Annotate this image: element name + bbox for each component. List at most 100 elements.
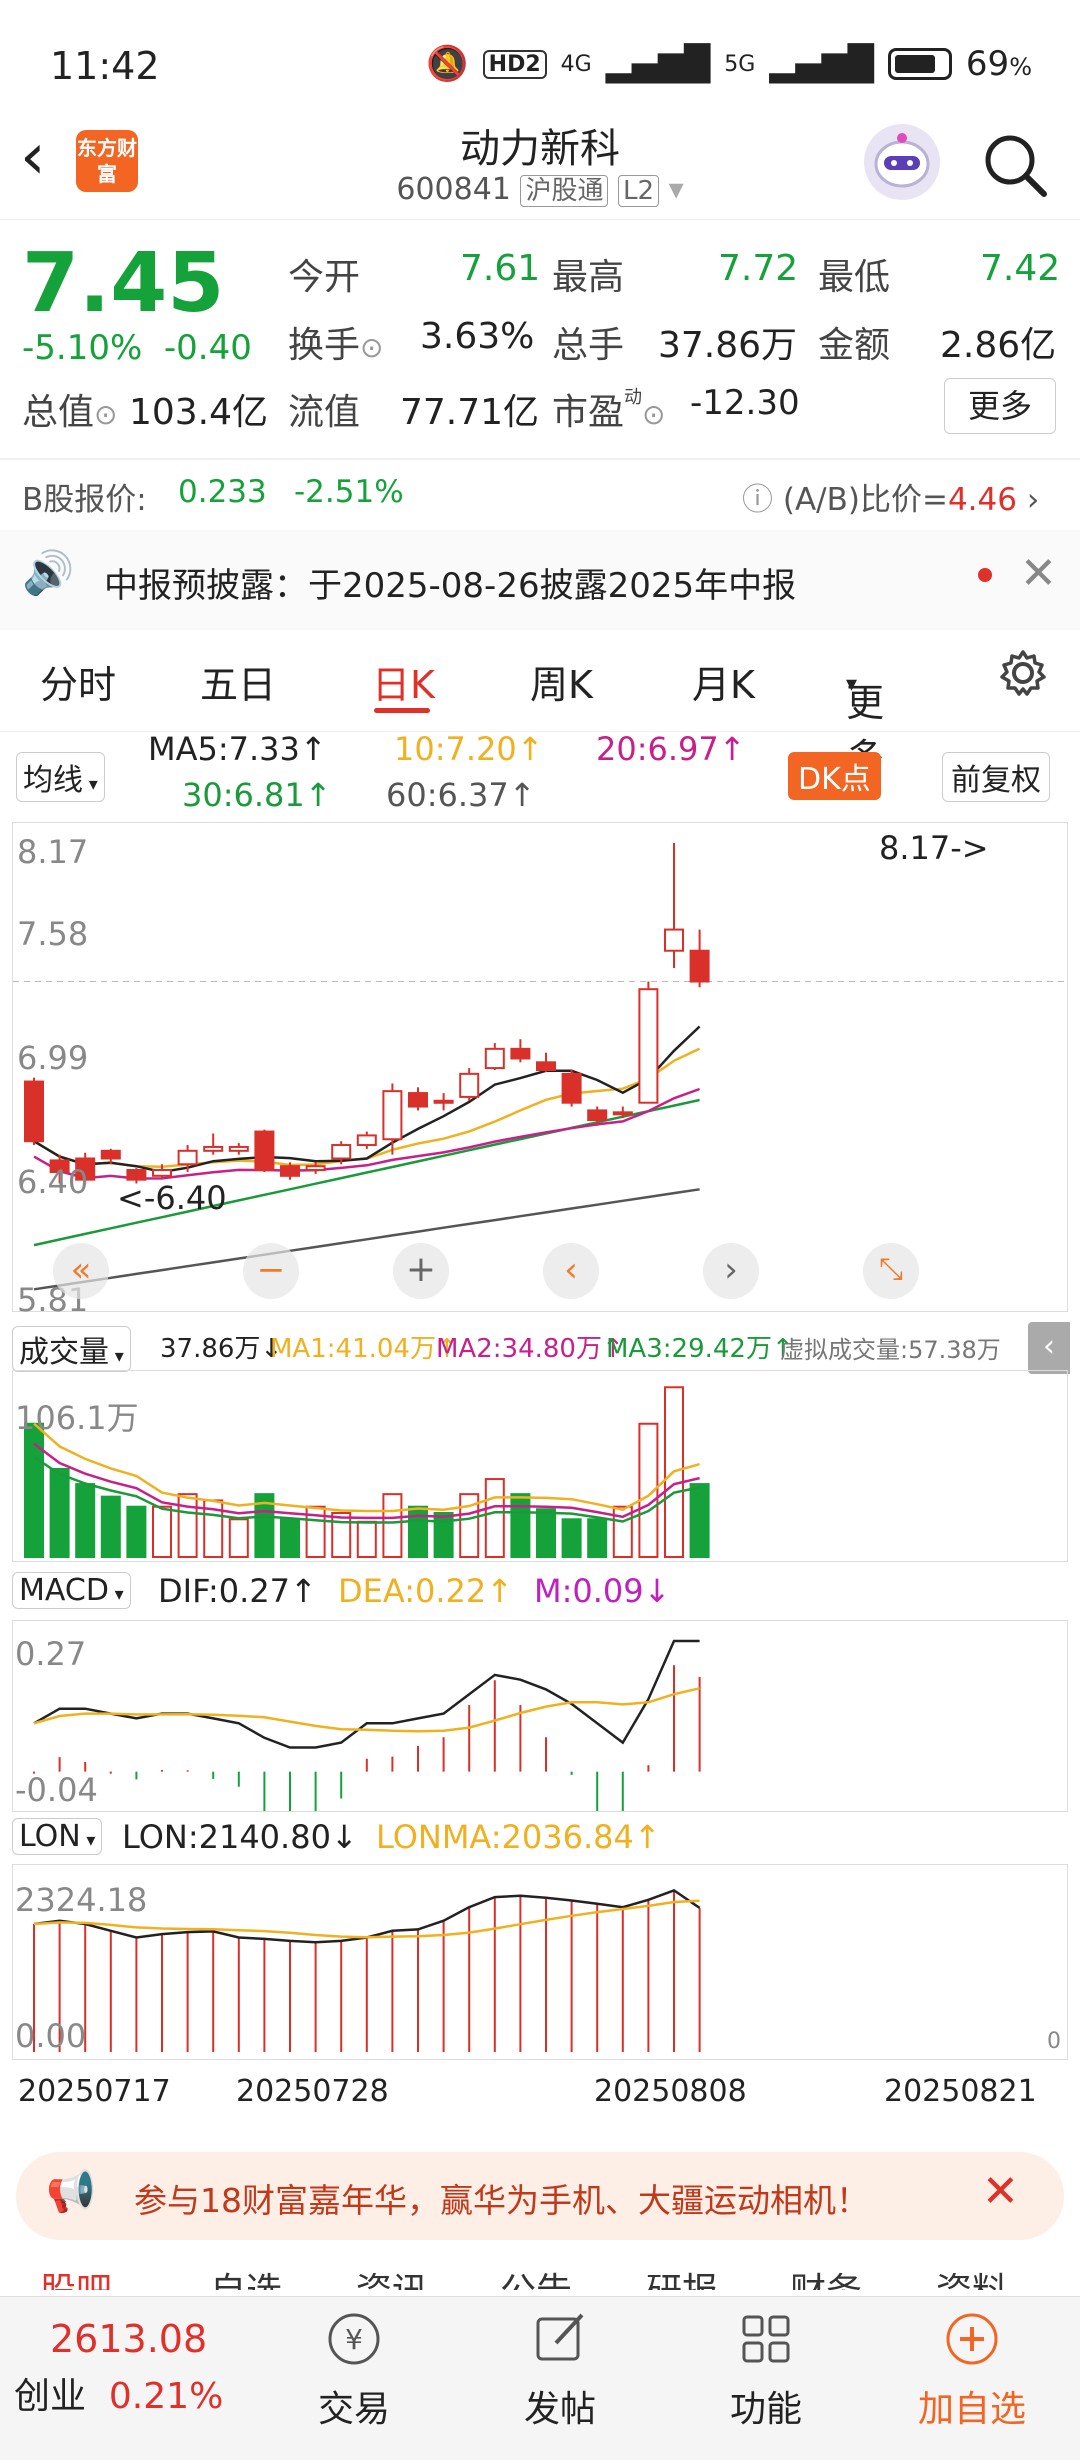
candle-body	[510, 1047, 531, 1060]
kline-chart[interactable]: 8.17 7.58 6.99 6.40 5.81 8.17-> <-6.40 «…	[12, 822, 1068, 1319]
low-value: 7.42	[980, 248, 1061, 289]
macd-dea: DEA:0.22↑	[338, 1572, 514, 1610]
pe-label: 市盈动⊙	[552, 387, 666, 433]
volume-chart: 106.1万	[12, 1370, 1068, 1562]
level-tag: L2	[618, 175, 660, 207]
volume-svg	[24, 1386, 710, 1559]
index-ticker[interactable]: 2613.08 创业 0.21%	[14, 2317, 264, 2419]
high-value: 7.72	[718, 248, 799, 289]
volume-bar	[382, 1493, 403, 1559]
candle-body	[331, 1144, 352, 1160]
close-icon[interactable]: ✕	[982, 2166, 1019, 2217]
settings-icon[interactable]	[998, 648, 1048, 707]
zoom-in-icon[interactable]: +	[393, 1243, 449, 1299]
mcap-field: 总值⊙ 103.4亿	[22, 392, 268, 433]
subtab[interactable]: 资料	[936, 2262, 1008, 2290]
volume-bar	[587, 1518, 608, 1559]
vol-ma1: MA1:41.04万↑	[270, 1334, 458, 1364]
candle-body	[561, 1072, 582, 1104]
hd-badge: HD2	[482, 49, 547, 79]
connect-tag: 沪股通	[520, 175, 609, 207]
tab-weekly-k[interactable]: 周K	[530, 654, 593, 709]
collapse-icon[interactable]: ‹	[1028, 1322, 1070, 1374]
turnover-value: 3.63%	[420, 316, 535, 357]
robot-assistant-icon[interactable]	[864, 124, 940, 200]
macd-chart: 0.27 -0.04	[12, 1620, 1068, 1848]
volume-bar	[484, 1478, 505, 1558]
fullscreen-icon[interactable]: ⤡	[863, 1243, 919, 1299]
subtab[interactable]: 自选	[210, 2262, 282, 2290]
lon-y-max: 2324.18	[15, 1881, 148, 1919]
tab-intraday[interactable]: 分时	[40, 654, 116, 709]
stock-code: 600841	[396, 172, 511, 207]
open-label: 今开	[288, 257, 361, 298]
subtab[interactable]: 研报	[646, 2262, 718, 2290]
b-share-pct: -2.51%	[294, 474, 404, 510]
volume-bar	[152, 1505, 172, 1558]
tab-daily-k[interactable]: 日K	[372, 654, 435, 709]
close-icon[interactable]: ✕	[1020, 548, 1057, 599]
volume-indicator-select[interactable]: 成交量 ▾	[12, 1326, 131, 1372]
index-value: 2613.08	[50, 2317, 208, 2361]
candle-body	[254, 1130, 275, 1172]
ma30-value: 30:6.81↑	[182, 776, 332, 814]
tab-monthly-k[interactable]: 月K	[692, 654, 755, 709]
nav-function[interactable]: 功能	[686, 2297, 846, 2432]
ma10-line	[33, 1047, 701, 1169]
b-share-bar[interactable]: B股报价: 0.233 -2.51% ⓘ (A/B)比价=4.46 ›	[0, 458, 1080, 526]
lon-legend: LON ▾ LON:2140.80↓ LONMA:2036.84↑	[12, 1818, 1052, 1858]
nav-add-watchlist[interactable]: 加自选	[892, 2297, 1052, 2432]
zoom-out-icon[interactable]: −	[243, 1243, 299, 1299]
candle-body	[100, 1149, 121, 1160]
vol-ma2: MA2:34.80万↑	[436, 1334, 624, 1364]
indicator-select[interactable]: 均线 ▾	[16, 752, 105, 802]
dropdown-icon[interactable]: ▾	[669, 172, 684, 207]
candle-body	[152, 1169, 172, 1177]
float-cap-label: 流值	[288, 392, 361, 433]
volume-bar	[280, 1518, 300, 1559]
b-share-label: B股报价:	[22, 482, 147, 518]
volume-bar	[689, 1483, 710, 1558]
prev-icon[interactable]: ‹	[543, 1243, 599, 1299]
nav-trade[interactable]: ¥ 交易	[274, 2297, 434, 2432]
macd-y-min: -0.04	[15, 1771, 98, 1809]
dk-point-button[interactable]: DK点	[788, 752, 881, 800]
subtab[interactable]: 公告	[500, 2262, 572, 2290]
date-label: 20250821	[884, 2074, 1037, 2109]
nav-post[interactable]: 发帖	[480, 2297, 640, 2432]
lon-y-min: 0.00	[15, 2017, 87, 2055]
last-price: 7.45	[22, 236, 225, 331]
adjust-price-button[interactable]: 前复权	[942, 752, 1050, 802]
macd-indicator-select[interactable]: MACD ▾	[12, 1572, 131, 1609]
fast-backward-icon[interactable]: «	[53, 1243, 109, 1299]
info-subtabs: 股吧 自选 资讯 公告 研报 财务 资料	[0, 2250, 1080, 2290]
candle-body	[587, 1109, 608, 1122]
vol-ma3: MA3:29.42万↑	[606, 1334, 794, 1364]
more-button[interactable]: 更多	[944, 378, 1056, 434]
amount-label: 金额	[818, 325, 891, 366]
subtab[interactable]: 股吧	[40, 2262, 112, 2290]
signal-bars-icon: ▂▄▆█	[605, 44, 711, 84]
battery-level: 69%	[965, 44, 1032, 84]
lon-chart: 2324.18 0.00 0	[12, 1864, 1068, 2060]
subtab[interactable]: 财务	[790, 2262, 862, 2290]
volume-bar	[75, 1483, 96, 1558]
unread-dot	[978, 568, 992, 582]
notice-bar[interactable]: 🔊 中报预披露：于2025-08-26披露2025年中报 ✕	[0, 530, 1080, 630]
macd-y-max: 0.27	[15, 1635, 87, 1673]
volume-value: 37.86万	[658, 325, 798, 366]
volume-bar	[228, 1518, 249, 1559]
volume-bar	[49, 1468, 70, 1558]
battery-icon	[887, 48, 952, 80]
index-name: 创业	[14, 2376, 87, 2417]
bottom-nav: 2613.08 创业 0.21% ¥ 交易 发帖 功能 加自选	[0, 2296, 1080, 2460]
next-icon[interactable]: ›	[703, 1243, 759, 1299]
lon-indicator-select[interactable]: LON ▾	[12, 1818, 103, 1855]
search-icon[interactable]	[982, 132, 1048, 202]
volume-bar	[408, 1505, 428, 1558]
tab-5day[interactable]: 五日	[200, 654, 276, 709]
subtab[interactable]: 资讯	[356, 2262, 428, 2290]
candle-body	[382, 1090, 403, 1141]
open-value: 7.61	[460, 248, 541, 289]
promo-banner[interactable]: 📢 参与18财富嘉年华，赢华为手机、大疆运动相机！ ✕	[16, 2152, 1064, 2240]
